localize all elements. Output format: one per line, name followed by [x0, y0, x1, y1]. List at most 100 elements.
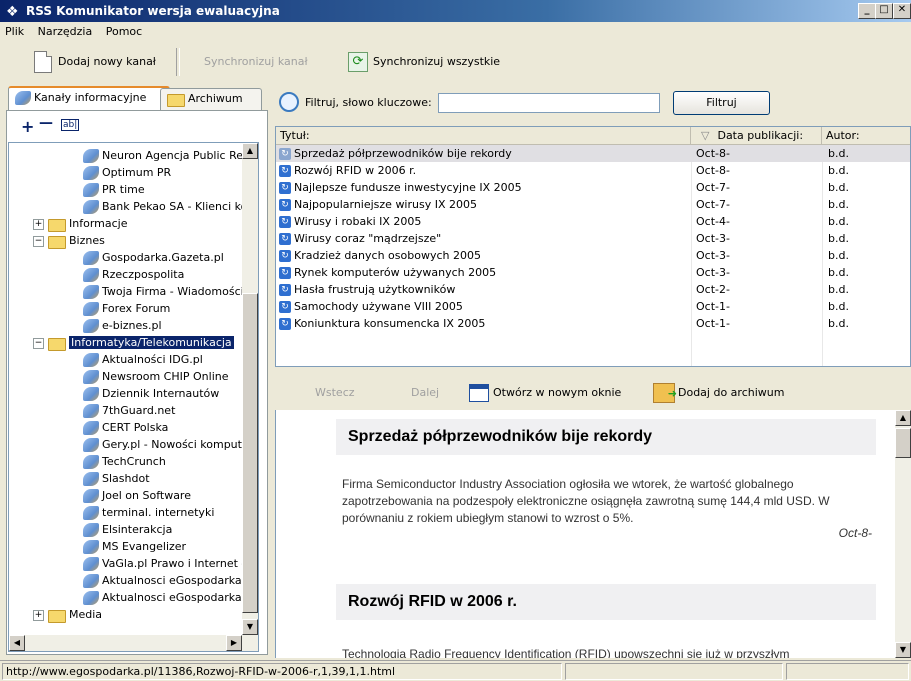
- tree-feed[interactable]: CERT Polska: [83, 419, 168, 436]
- tree-feed[interactable]: Twoja Firma - Wiadomości: [83, 283, 244, 300]
- maximize-button[interactable]: □: [875, 3, 893, 19]
- tree-feed[interactable]: MS Evangelizer: [83, 538, 186, 555]
- tree-feed[interactable]: Optimum PR: [83, 164, 171, 181]
- table-row[interactable]: ↻ Wirusy coraz "mądrzejsze" Oct-3- b.d.: [276, 230, 910, 247]
- collapse-icon[interactable]: −: [33, 337, 44, 349]
- back-button[interactable]: Wstecz: [315, 382, 355, 404]
- status-panel: [786, 663, 909, 680]
- scroll-down-arrow-icon[interactable]: ▼: [242, 619, 258, 635]
- tree-feed[interactable]: Elsinterakcja: [83, 521, 172, 538]
- table-row[interactable]: ↻ Rozwój RFID w 2006 r. Oct-8- b.d.: [276, 162, 910, 179]
- scroll-left-arrow-icon[interactable]: ◀: [9, 635, 25, 651]
- close-button[interactable]: ✕: [893, 3, 911, 19]
- row-title: Hasła frustrują użytkowników: [294, 283, 456, 296]
- scroll-up-arrow-icon[interactable]: ▲: [242, 143, 258, 159]
- scroll-thumb[interactable]: [895, 428, 911, 458]
- expand-icon[interactable]: +: [33, 609, 44, 621]
- tree-item-label: CERT Polska: [102, 421, 169, 434]
- tree-folder[interactable]: − Biznes: [33, 232, 105, 249]
- tree-item-label: Joel on Software: [102, 489, 191, 502]
- preview-vertical-scrollbar[interactable]: ▲ ▼: [895, 410, 911, 658]
- row-date: Oct-1-: [696, 300, 730, 313]
- table-row[interactable]: ↻ Sprzedaż półprzewodników bije rekordy Oc…: [276, 145, 910, 162]
- rename-icon[interactable]: ab|: [61, 119, 80, 131]
- add-channel-button[interactable]: Dodaj nowy kanał: [34, 50, 156, 74]
- row-date: Oct-3-: [696, 249, 730, 262]
- tree-feed[interactable]: terminal. internetyki: [83, 504, 214, 521]
- tree-feed[interactable]: Gery.pl - Nowości komputer: [83, 436, 253, 453]
- search-icon: [279, 92, 299, 112]
- feed-icon: [83, 370, 99, 384]
- column-header-title[interactable]: Tytuł:: [276, 127, 691, 145]
- table-row[interactable]: ↻ Najpopularniejsze wirusy IX 2005 Oct-7- b…: [276, 196, 910, 213]
- filter-button[interactable]: Filtruj: [673, 91, 770, 115]
- menu-narzedzia[interactable]: Narzędzia: [33, 22, 98, 38]
- tree-item-label: Forex Forum: [102, 302, 171, 315]
- row-title: Samochody używane VIII 2005: [294, 300, 463, 313]
- row-title-cell: ↻ Samochody używane VIII 2005: [276, 298, 688, 315]
- tree-feed[interactable]: 7thGuard.net: [83, 402, 175, 419]
- tree-feed[interactable]: Bank Pekao SA - Klienci korp: [83, 198, 258, 215]
- table-row[interactable]: ↻ Najlepsze fundusze inwestycyjne IX 2005…: [276, 179, 910, 196]
- remove-icon[interactable]: —: [39, 115, 53, 131]
- tree-item-label: Gery.pl - Nowości komputer: [102, 438, 254, 451]
- tree-feed[interactable]: PR time: [83, 181, 145, 198]
- menu-plik[interactable]: Plik: [0, 22, 29, 38]
- tree-feed[interactable]: Dziennik Internautów: [83, 385, 219, 402]
- tree-item-label: MS Evangelizer: [102, 540, 187, 553]
- article-preview[interactable]: Sprzedaż półprzewodników bije rekordy Fi…: [275, 410, 896, 658]
- row-date: Oct-8-: [696, 147, 730, 160]
- tree-folder[interactable]: − Informatyka/Telekomunikacja: [33, 334, 234, 351]
- forward-button[interactable]: Dalej: [411, 382, 439, 404]
- tree-feed[interactable]: Neuron Agencja Public Rela: [83, 147, 253, 164]
- toolbar-separator: [176, 48, 180, 76]
- tree-feed[interactable]: e-biznes.pl: [83, 317, 162, 334]
- add-icon[interactable]: +: [21, 117, 34, 136]
- row-title: Najpopularniejsze wirusy IX 2005: [294, 198, 477, 211]
- tree-feed[interactable]: TechCrunch: [83, 453, 166, 470]
- menu-pomoc[interactable]: Pomoc: [101, 22, 147, 38]
- scroll-up-arrow-icon[interactable]: ▲: [895, 410, 911, 426]
- tree-feed[interactable]: Slashdot: [83, 470, 150, 487]
- table-row[interactable]: ↻ Koniunktura konsumencka IX 2005 Oct-1- b.…: [276, 315, 910, 332]
- tree-feed[interactable]: Aktualności IDG.pl: [83, 351, 203, 368]
- expand-icon[interactable]: +: [33, 218, 44, 230]
- open-new-window-button[interactable]: Otwórz w nowym oknie: [469, 382, 621, 404]
- row-title: Najlepsze fundusze inwestycyjne IX 2005: [294, 181, 522, 194]
- tree-folder[interactable]: + Media: [33, 606, 102, 623]
- tree-feed[interactable]: Joel on Software: [83, 487, 191, 504]
- tree-feed[interactable]: Gospodarka.Gazeta.pl: [83, 249, 224, 266]
- feed-icon: [83, 387, 99, 401]
- column-header-author[interactable]: Autor:: [822, 127, 910, 145]
- scroll-thumb[interactable]: [242, 293, 258, 613]
- feed-icon: [83, 149, 99, 163]
- minimize-button[interactable]: _: [858, 3, 876, 19]
- table-row[interactable]: ↻ Wirusy i robaki IX 2005 Oct-4- b.d.: [276, 213, 910, 230]
- tree-feed[interactable]: Forex Forum: [83, 300, 170, 317]
- title-bar[interactable]: ❖ RSS Komunikator wersja ewaluacyjna _ □…: [0, 0, 911, 22]
- sync-channel-button[interactable]: Synchronizuj kanał: [204, 50, 308, 74]
- column-header-date[interactable]: ▽ Data publikacji:: [691, 127, 822, 145]
- table-row[interactable]: ↻ Hasła frustrują użytkowników Oct-2- b.d.: [276, 281, 910, 298]
- tree-feed[interactable]: VaGla.pl Prawo i Internet -: [83, 555, 245, 572]
- sync-all-button[interactable]: ⟳ Synchronizuj wszystkie: [348, 50, 500, 74]
- tree-feed[interactable]: Newsroom CHIP Online: [83, 368, 228, 385]
- tree-item-label: 7thGuard.net: [102, 404, 176, 417]
- table-row[interactable]: ↻ Kradzież danych osobowych 2005 Oct-3- b.d…: [276, 247, 910, 264]
- scroll-right-arrow-icon[interactable]: ▶: [226, 635, 242, 651]
- row-title: Koniunktura konsumencka IX 2005: [294, 317, 486, 330]
- table-row[interactable]: ↻ Samochody używane VIII 2005 Oct-1- b.d.: [276, 298, 910, 315]
- tree-folder[interactable]: + Informacje: [33, 215, 127, 232]
- tree-feed[interactable]: Aktualnosci eGospodarka.p: [83, 589, 252, 606]
- add-to-archive-button[interactable]: Dodaj do archiwum: [653, 382, 784, 405]
- table-row[interactable]: ↻ Rynek komputerów używanych 2005 Oct-3- b.…: [276, 264, 910, 281]
- filter-input[interactable]: [438, 93, 660, 113]
- collapse-icon[interactable]: −: [33, 235, 44, 247]
- articles-table: Tytuł: ▽ Data publikacji: Autor: ↻ Sprzeda…: [275, 126, 911, 367]
- tree-feed[interactable]: Rzeczpospolita: [83, 266, 184, 283]
- feed-icon: [83, 523, 99, 537]
- tree-feed[interactable]: Aktualnosci eGospodarka.p: [83, 572, 252, 589]
- tree-horizontal-scrollbar[interactable]: ◀ ▶: [9, 635, 258, 651]
- scroll-down-arrow-icon[interactable]: ▼: [895, 642, 911, 658]
- tree-vertical-scrollbar[interactable]: ▲ ▼: [242, 143, 258, 635]
